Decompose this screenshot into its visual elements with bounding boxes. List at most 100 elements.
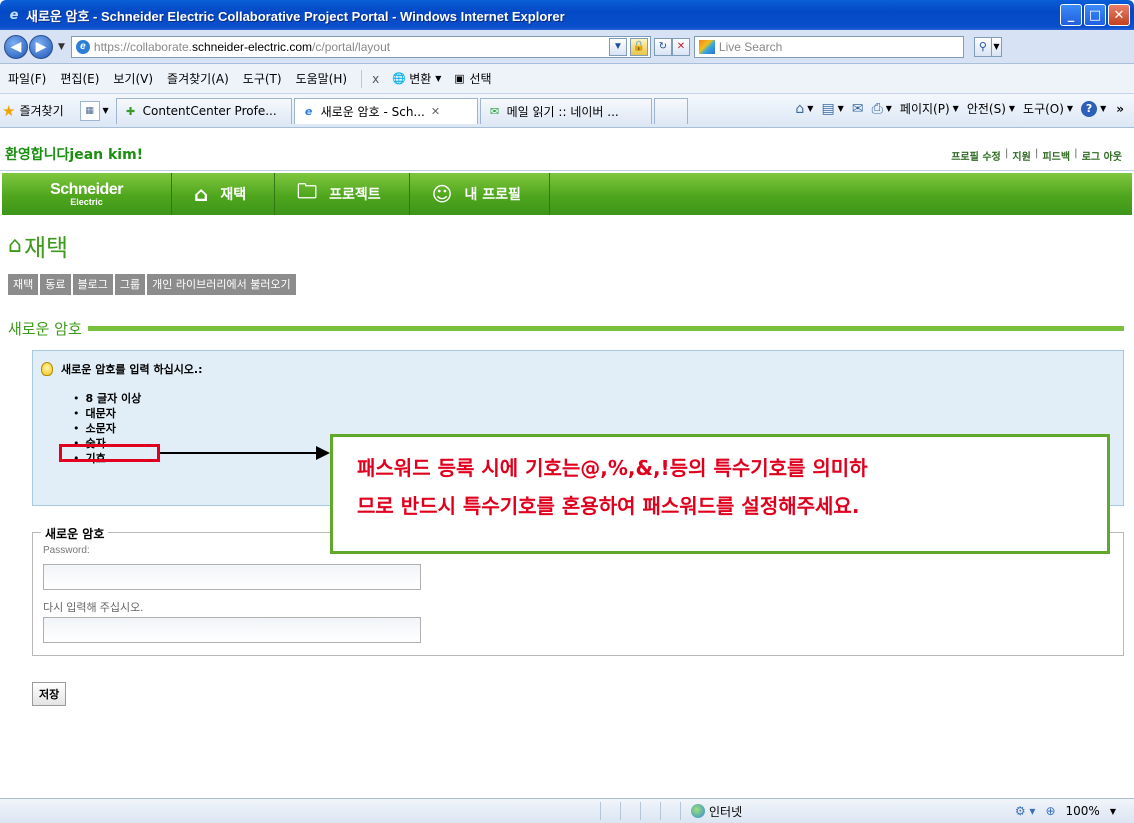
zoom-icon[interactable]: ⊕ xyxy=(1045,804,1055,818)
search-options-dropdown-icon[interactable]: ▼ xyxy=(991,36,1002,57)
brand-name: Schneider xyxy=(50,180,123,198)
maximize-button[interactable]: □ xyxy=(1084,4,1106,26)
status-pane xyxy=(620,802,640,820)
search-icon[interactable]: ⚲ xyxy=(973,36,992,57)
security-zone[interactable]: 인터넷 xyxy=(680,802,880,820)
subtab-blog[interactable]: 블로그 xyxy=(72,274,113,295)
window-titlebar: e 새로운 암호 - Schneider Electric Collaborat… xyxy=(0,0,1134,30)
menu-tools[interactable]: 도구(T) xyxy=(243,70,282,87)
quick-tabs-icon[interactable]: ▦ xyxy=(79,100,100,121)
help-menu[interactable]: ? ▼ xyxy=(1081,100,1106,117)
protected-mode-icon[interactable]: ⚙ ▾ xyxy=(1015,804,1036,818)
subtab-groups[interactable]: 그룹 xyxy=(114,274,146,295)
edit-profile-link[interactable]: 프로필 수정 xyxy=(947,148,1004,163)
url-prefix: https://collaborate. xyxy=(93,39,192,54)
tab-contentcenter[interactable]: ✚ ContentCenter Profe... xyxy=(115,97,292,124)
page-title: 재택 xyxy=(23,234,69,262)
stop-icon[interactable]: ✕ xyxy=(671,37,690,56)
tab-close-icon[interactable]: ✕ xyxy=(431,105,440,118)
page-menu[interactable]: 페이지(P) ▼ xyxy=(900,100,959,117)
fieldset-legend: 새로운 암호 xyxy=(41,525,109,542)
tab-list-dropdown-icon[interactable]: ▼ xyxy=(100,106,112,115)
menu-help[interactable]: 도움말(H) xyxy=(296,70,348,87)
nav-home[interactable]: ⌂ 재택 xyxy=(172,173,276,215)
internet-zone-icon xyxy=(691,804,705,818)
user-links: 프로필 수정 | 지원 | 피드백 | 로그 아웃 xyxy=(947,148,1126,163)
tab-naver-mail[interactable]: ✉ 메일 읽기 :: 네이버 ... xyxy=(479,97,652,124)
mail-icon: ✉ xyxy=(851,100,864,117)
feeds-button[interactable]: ▤ ▼ xyxy=(821,101,843,117)
select-button[interactable]: ▣ 선택 xyxy=(451,70,491,87)
ie-favicon-icon: e xyxy=(304,104,313,118)
back-button[interactable]: ◀ xyxy=(4,34,28,59)
chevron-more-icon[interactable]: » xyxy=(1116,102,1124,116)
menu-favorites[interactable]: 즐겨찾기(A) xyxy=(167,70,229,87)
password-field[interactable] xyxy=(43,564,421,590)
url-host: schneider-electric.com xyxy=(191,39,313,54)
list-item: 소문자 xyxy=(73,421,141,436)
forward-button[interactable]: ▶ xyxy=(29,34,53,59)
tab-new-password[interactable]: e 새로운 암호 - Sch... ✕ xyxy=(293,97,478,124)
refresh-icon[interactable]: ↻ xyxy=(653,37,672,56)
menu-file[interactable]: 파일(F) xyxy=(8,70,46,87)
nav-my-profile[interactable]: ☺ 내 프로필 xyxy=(410,173,550,215)
command-bar: ⌂ ▼ ▤ ▼ ✉ ⎙ ▼ 페이지(P) ▼ 안전(S) ▼ 도구(O) ▼ ? ▼ » xyxy=(795,100,1124,117)
subtab-import-library[interactable]: 개인 라이브러리에서 불러오기 xyxy=(147,274,296,295)
menu-view[interactable]: 보기(V) xyxy=(113,70,153,87)
new-tab-button[interactable] xyxy=(653,97,688,124)
status-pane xyxy=(640,802,660,820)
tab-label: 메일 읽기 :: 네이버 ... xyxy=(506,104,619,119)
welcome-row: 환영합니다jean kim! 프로필 수정 | 지원 | 피드백 | 로그 아웃 xyxy=(0,128,1134,171)
confirm-password-field[interactable] xyxy=(43,617,421,643)
history-dropdown-icon[interactable]: ▼ xyxy=(58,42,65,52)
print-button[interactable]: ⎙ ▼ xyxy=(872,101,892,117)
help-icon: ? xyxy=(1081,100,1098,117)
subtab-home[interactable]: 재택 xyxy=(8,274,39,295)
save-button[interactable]: 저장 xyxy=(32,682,67,706)
page-content: 환영합니다jean kim! 프로필 수정 | 지원 | 피드백 | 로그 아웃… xyxy=(0,128,1134,798)
minimize-button[interactable]: _ xyxy=(1060,4,1082,26)
favorites-star-icon[interactable]: ★ xyxy=(2,102,15,120)
safety-menu[interactable]: 안전(S) ▼ xyxy=(967,100,1015,117)
section-divider xyxy=(87,326,1124,331)
lock-icon[interactable]: 🔒 xyxy=(629,37,648,56)
symbol-highlight-box xyxy=(59,444,160,462)
tab-label: ContentCenter Profe... xyxy=(142,104,277,118)
password-label: Password: xyxy=(43,545,90,556)
search-input[interactable]: Live Search xyxy=(693,35,964,58)
translate-button[interactable]: 🌐 변환 ▼ xyxy=(391,70,441,87)
nav-projects[interactable]: 🗀 프로젝트 xyxy=(275,173,410,215)
close-button[interactable]: ✕ xyxy=(1108,4,1130,26)
support-link[interactable]: 지원 xyxy=(1008,148,1034,163)
url-dropdown-icon[interactable]: ▼ xyxy=(608,37,627,56)
translate-dropdown-icon: ▼ xyxy=(435,74,442,83)
home-icon: ⌂ xyxy=(8,233,22,258)
callout-arrow-line xyxy=(160,452,320,454)
menu-bar: 파일(F) 편집(E) 보기(V) 즐겨찾기(A) 도구(T) 도움말(H) x… xyxy=(0,64,1134,94)
schneider-logo[interactable]: Schneider Electric xyxy=(2,173,172,215)
nav-home-label: 재택 xyxy=(220,187,247,203)
subtab-colleagues[interactable]: 동료 xyxy=(40,274,71,295)
search-placeholder: Live Search xyxy=(718,39,783,54)
tools-menu-label: 도구(O) xyxy=(1023,102,1064,116)
zoom-dropdown-icon[interactable]: ▼ xyxy=(1110,807,1116,816)
mail-button[interactable]: ✉ xyxy=(852,101,864,117)
status-text-area xyxy=(0,799,600,823)
rss-icon: ▤ xyxy=(821,100,835,117)
select-label: 선택 xyxy=(469,72,492,86)
nav-projects-label: 프로젝트 xyxy=(329,187,381,203)
home-icon: ⌂ xyxy=(194,182,209,206)
confirm-password-label: 다시 입력해 주십시오. xyxy=(43,602,144,614)
brand-subname: Electric xyxy=(70,196,103,207)
tools-menu[interactable]: 도구(O) ▼ xyxy=(1023,100,1073,117)
feedback-link[interactable]: 피드백 xyxy=(1038,148,1074,163)
address-bar[interactable]: e https://collaborate. schneider-electric… xyxy=(70,35,651,58)
logout-link[interactable]: 로그 아웃 xyxy=(1078,148,1126,163)
annotation-line-2: 므로 반드시 특수기호를 혼용하여 패스워드를 설정해주세요. xyxy=(357,494,860,518)
toolbar-close-icon[interactable]: x xyxy=(372,72,379,86)
menu-edit[interactable]: 편집(E) xyxy=(60,70,99,87)
zoom-level[interactable]: 100% xyxy=(1066,804,1100,818)
home-button[interactable]: ⌂ ▼ xyxy=(795,101,813,117)
url-path: /c/portal/layout xyxy=(312,39,391,54)
favorites-label[interactable]: 즐겨찾기 xyxy=(19,102,63,119)
